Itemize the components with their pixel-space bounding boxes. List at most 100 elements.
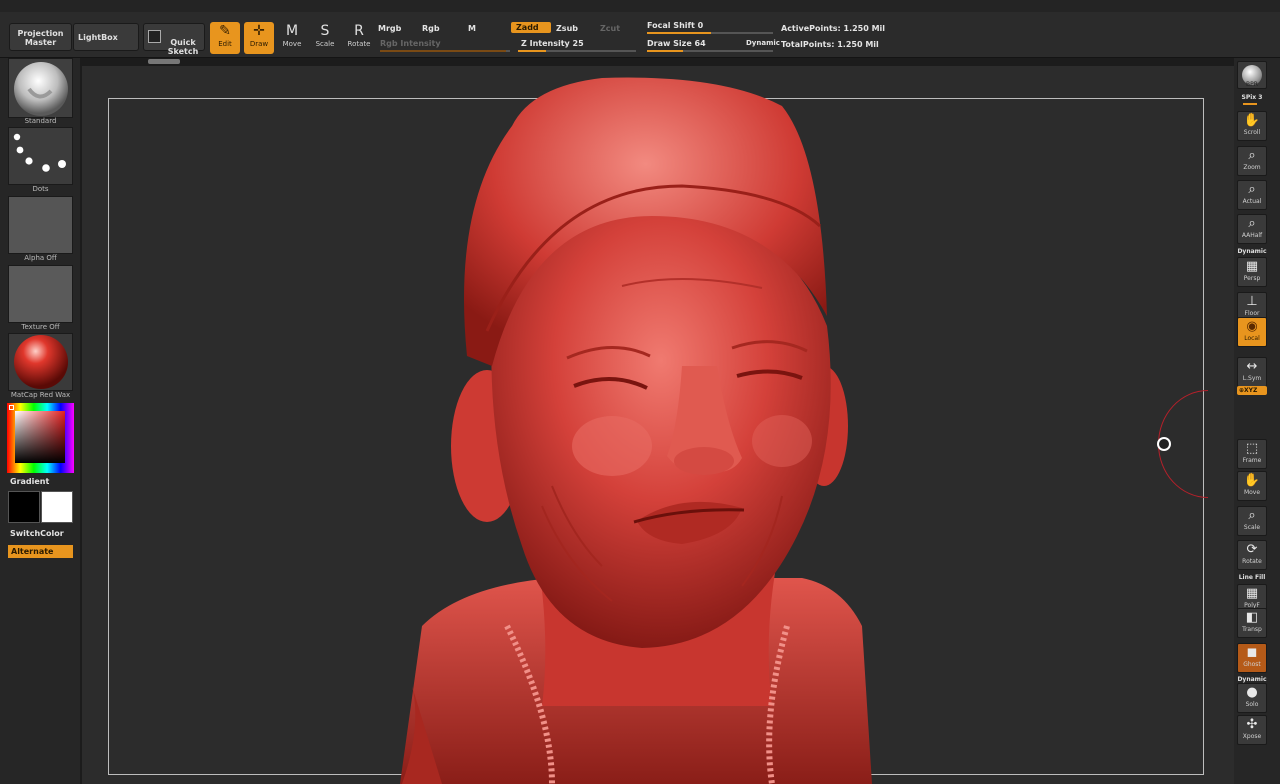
stroke-label: Dots <box>32 185 49 193</box>
solo-icon: ● <box>1246 685 1258 700</box>
m-toggle[interactable]: M <box>468 24 476 33</box>
stroke-selector[interactable] <box>8 127 73 185</box>
alpha-label: Alpha Off <box>24 254 57 262</box>
canvas-scrollbar[interactable] <box>82 58 182 66</box>
tool-draw-icon: ✛ <box>253 23 265 39</box>
zadd-toggle[interactable]: Zadd <box>511 22 551 33</box>
z-intensity-slider-label[interactable]: Z Intensity 25 <box>521 39 584 48</box>
document-canvas[interactable] <box>82 66 1234 784</box>
draw-size-slider[interactable] <box>647 50 773 52</box>
z-intensity-fill <box>518 50 547 52</box>
lsym-label: L.Sym <box>1242 375 1262 382</box>
ghost-label: Ghost <box>1243 661 1261 668</box>
gradient-label[interactable]: Gradient <box>10 477 49 486</box>
sketch-icon <box>148 30 161 43</box>
floor-icon: ⊥ <box>1246 294 1258 309</box>
matcap-sphere-icon <box>14 335 68 389</box>
ghost-button[interactable]: ◼ Ghost <box>1237 643 1267 673</box>
persp-button[interactable]: ▦ Persp <box>1237 257 1267 287</box>
projection-master-button[interactable]: Projection Master <box>9 23 72 51</box>
zoom-label: Zoom <box>1243 164 1261 171</box>
solo-label: Solo <box>1245 701 1259 708</box>
quick-sketch-button[interactable]: Quick Sketch <box>143 23 205 56</box>
spix-slider-fill <box>1243 103 1257 105</box>
local-icon: ◉ <box>1246 319 1258 334</box>
total-points-readout: TotalPoints: 1.250 Mil <box>781 40 879 49</box>
scroll-label: Scroll <box>1243 129 1261 136</box>
zsub-toggle[interactable]: Zsub <box>556 24 578 33</box>
color-picker-square[interactable] <box>15 411 65 463</box>
xpose-button[interactable]: ✣ Xpose <box>1237 715 1267 745</box>
aahalf-button[interactable]: ⌕ AAHalf <box>1237 214 1267 244</box>
scroll-button[interactable]: ✋ Scroll <box>1237 111 1267 141</box>
tool-edit-icon: ✎ <box>219 23 231 39</box>
focal-shift-slider-label[interactable]: Focal Shift 0 <box>647 21 703 30</box>
brush-label: Standard <box>24 117 57 125</box>
floor-label: Floor <box>1244 310 1260 317</box>
scale-button[interactable]: ⌕ Scale <box>1237 506 1267 536</box>
focal-shift-slider[interactable] <box>647 32 773 34</box>
mrgb-toggle[interactable]: Mrgb <box>378 24 401 33</box>
rotate-label: Rotate <box>1242 558 1262 565</box>
persp-label: Persp <box>1243 275 1261 282</box>
line-fill-label: Line Fill <box>1238 574 1266 581</box>
zcut-toggle[interactable]: Zcut <box>600 24 620 33</box>
frame-icon: ⬚ <box>1245 441 1259 456</box>
local-button[interactable]: ◉ Local <box>1237 317 1267 347</box>
rgb-intensity-slider-label[interactable]: Rgb Intensity <box>380 39 441 48</box>
actual-label: Actual <box>1242 198 1262 205</box>
tool-move[interactable]: M Move <box>277 22 307 54</box>
scale-icon: ⌕ <box>1248 508 1256 523</box>
lsym-button[interactable]: ↔ L.Sym <box>1237 357 1267 387</box>
aahalf-icon: ⌕ <box>1248 216 1256 231</box>
lsym-icon: ↔ <box>1246 359 1258 374</box>
dynamic-toggle[interactable]: Dynamic <box>746 39 780 47</box>
scroll-icon: ✋ <box>1243 113 1261 128</box>
rotate-cursor-icon <box>1157 437 1171 451</box>
zoom-button[interactable]: ⌕ Zoom <box>1237 146 1267 176</box>
tool-rotate[interactable]: R Rotate <box>344 22 374 54</box>
texture-selector[interactable] <box>8 265 73 323</box>
sculpt-model[interactable] <box>82 66 1234 784</box>
rotate-button[interactable]: ⟳ Rotate <box>1237 540 1267 570</box>
tool-scale-icon: S <box>320 23 330 39</box>
color-picker[interactable] <box>7 403 74 473</box>
dynamic-persp-label: Dynamic <box>1237 248 1267 255</box>
tool-draw[interactable]: ✛ Draw <box>244 22 274 54</box>
transp-button[interactable]: ◧ Transp <box>1237 608 1267 638</box>
switch-color-button[interactable]: SwitchColor <box>10 529 64 538</box>
main-color-swatch[interactable] <box>8 491 40 523</box>
tool-label: Edit <box>218 40 232 48</box>
bpr-button[interactable]: BPR <box>1237 61 1267 89</box>
draw-size-slider-label[interactable]: Draw Size 64 <box>647 39 706 48</box>
alternate-button[interactable]: Alternate <box>8 545 73 558</box>
active-points-readout: ActivePoints: 1.250 Mil <box>781 24 886 33</box>
alpha-selector[interactable] <box>8 196 73 254</box>
secondary-color-swatch[interactable] <box>41 491 73 523</box>
quick-sketch-label: Quick Sketch <box>167 38 199 56</box>
frame-label: Frame <box>1242 457 1262 464</box>
bpr-label: BPR <box>1246 81 1258 88</box>
actual-button[interactable]: ⌕ Actual <box>1237 180 1267 210</box>
tool-label: Scale <box>315 40 335 48</box>
dots-stroke-icon <box>13 133 66 172</box>
tool-edit[interactable]: ✎ Edit <box>210 22 240 54</box>
rgb-toggle[interactable]: Rgb <box>422 24 440 33</box>
z-intensity-slider[interactable] <box>518 50 636 52</box>
tool-rotate-icon: R <box>354 23 364 39</box>
frame-button[interactable]: ⬚ Frame <box>1237 439 1267 469</box>
xyz-symmetry-button[interactable]: ⊕XYZ <box>1237 386 1267 395</box>
transp-icon: ◧ <box>1245 610 1259 625</box>
lightbox-button[interactable]: LightBox <box>73 23 139 51</box>
rgb-intensity-slider[interactable] <box>380 50 510 52</box>
scroll-thumb[interactable] <box>148 59 180 64</box>
solo-button[interactable]: ● Solo <box>1237 683 1267 713</box>
spix-slider[interactable]: SPix 3 <box>1236 94 1268 101</box>
tool-scale[interactable]: S Scale <box>310 22 340 54</box>
move-button[interactable]: ✋ Move <box>1237 471 1267 501</box>
transp-label: Transp <box>1242 626 1262 633</box>
xpose-icon: ✣ <box>1246 717 1258 732</box>
standard-brush-icon <box>14 62 68 116</box>
brush-selector[interactable] <box>8 58 73 118</box>
material-selector[interactable] <box>8 333 73 391</box>
